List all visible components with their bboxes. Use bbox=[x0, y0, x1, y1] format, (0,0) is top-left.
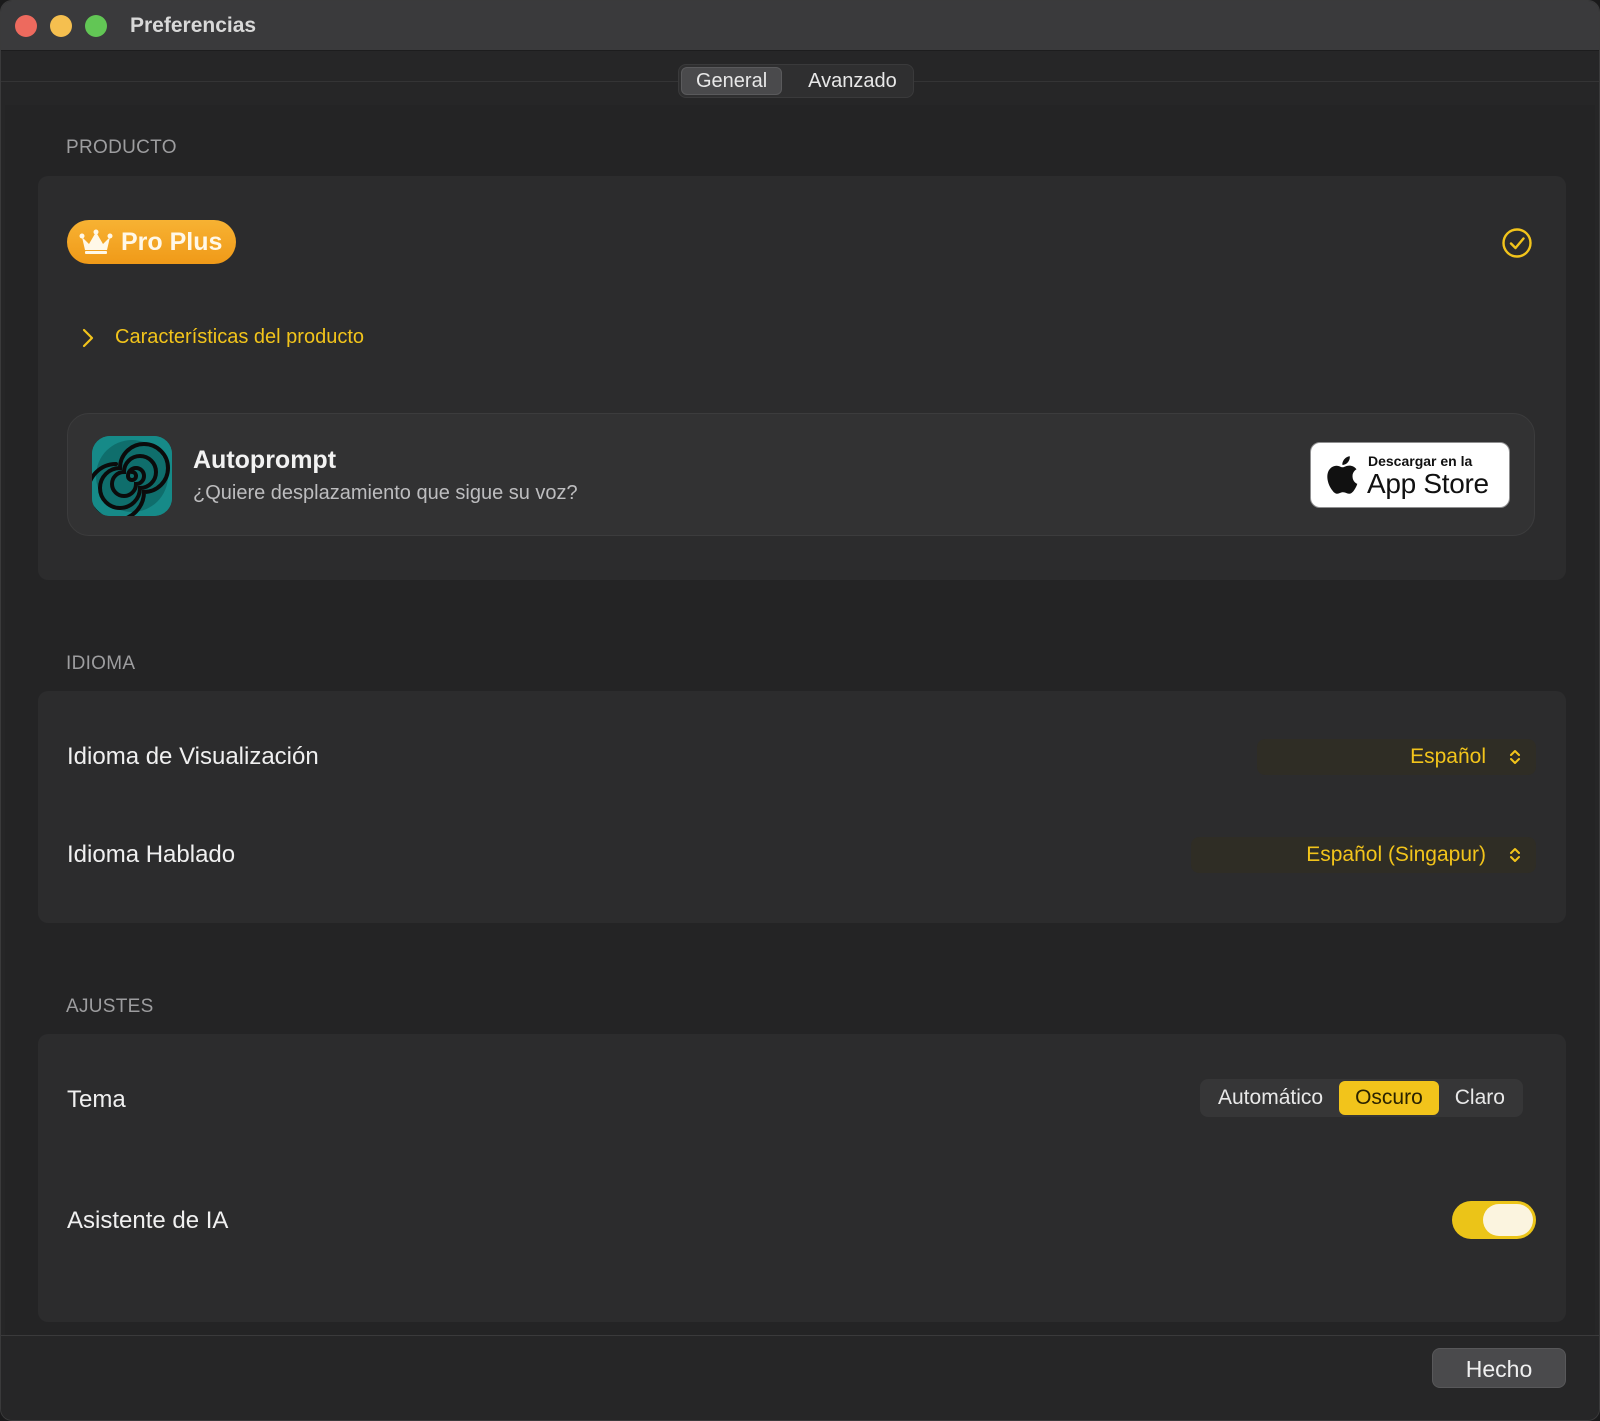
section-label-language: IDIOMA bbox=[66, 653, 136, 674]
spoken-language-label: Idioma Hablado bbox=[67, 841, 236, 868]
tab-advanced[interactable]: Avanzado bbox=[794, 67, 911, 95]
close-window-button[interactable] bbox=[15, 15, 37, 37]
spoken-language-value: Español (Singapur) bbox=[1306, 843, 1486, 866]
tab-control: General Avanzado bbox=[678, 64, 914, 98]
product-features-label: Características del producto bbox=[115, 326, 365, 348]
autoprompt-app-icon bbox=[92, 436, 172, 516]
promo-subtitle: ¿Quiere desplazamiento que sigue su voz? bbox=[193, 482, 578, 504]
minimize-window-button[interactable] bbox=[50, 15, 72, 37]
up-down-chevron-icon bbox=[1510, 750, 1520, 764]
theme-option-light[interactable]: Claro bbox=[1439, 1081, 1521, 1115]
zoom-window-button[interactable] bbox=[85, 15, 107, 37]
theme-option-automatic[interactable]: Automático bbox=[1202, 1081, 1339, 1115]
promo-title: Autoprompt bbox=[193, 446, 337, 474]
language-card bbox=[38, 691, 1566, 923]
section-label-settings: AJUSTES bbox=[66, 996, 154, 1017]
preferences-window: Preferencias General Avanzado PRODUCTO P… bbox=[0, 0, 1600, 1421]
window-title: Preferencias bbox=[130, 14, 257, 37]
title-bar: Preferencias bbox=[1, 1, 1599, 51]
spoken-language-select[interactable]: Español (Singapur) bbox=[1191, 837, 1536, 873]
theme-label: Tema bbox=[67, 1086, 126, 1113]
ai-assistant-label: Asistente de IA bbox=[67, 1207, 229, 1234]
done-button[interactable]: Hecho bbox=[1432, 1348, 1566, 1388]
up-down-chevron-icon bbox=[1510, 848, 1520, 862]
theme-segmented-control: Automático Oscuro Claro bbox=[1200, 1079, 1523, 1117]
crown-icon bbox=[79, 229, 113, 254]
display-language-label: Idioma de Visualización bbox=[67, 743, 319, 770]
footer-bar bbox=[1, 1336, 1599, 1420]
pro-plus-badge: Pro Plus bbox=[67, 220, 237, 264]
toggle-knob bbox=[1483, 1204, 1533, 1236]
product-features-disclosure[interactable]: Características del producto bbox=[81, 326, 364, 349]
ai-assistant-toggle[interactable] bbox=[1452, 1201, 1536, 1239]
pro-plus-label: Pro Plus bbox=[121, 227, 223, 256]
tab-general[interactable]: General bbox=[681, 67, 783, 95]
display-language-value: Español bbox=[1410, 745, 1486, 768]
app-store-title: App Store bbox=[1367, 468, 1489, 499]
settings-card bbox=[38, 1034, 1566, 1322]
section-label-product: PRODUCTO bbox=[66, 137, 177, 158]
apple-logo-icon bbox=[1327, 456, 1358, 494]
autoprompt-promo: Autoprompt ¿Quiere desplazamiento que si… bbox=[67, 413, 1535, 536]
app-store-caption: Descargar en la bbox=[1368, 453, 1473, 469]
display-language-select[interactable]: Español bbox=[1257, 739, 1536, 775]
chevron-right-icon bbox=[82, 328, 94, 347]
theme-option-dark[interactable]: Oscuro bbox=[1339, 1081, 1439, 1115]
app-store-button[interactable]: Descargar en la App Store bbox=[1310, 442, 1510, 508]
checkmark-circle-icon bbox=[1502, 228, 1532, 258]
